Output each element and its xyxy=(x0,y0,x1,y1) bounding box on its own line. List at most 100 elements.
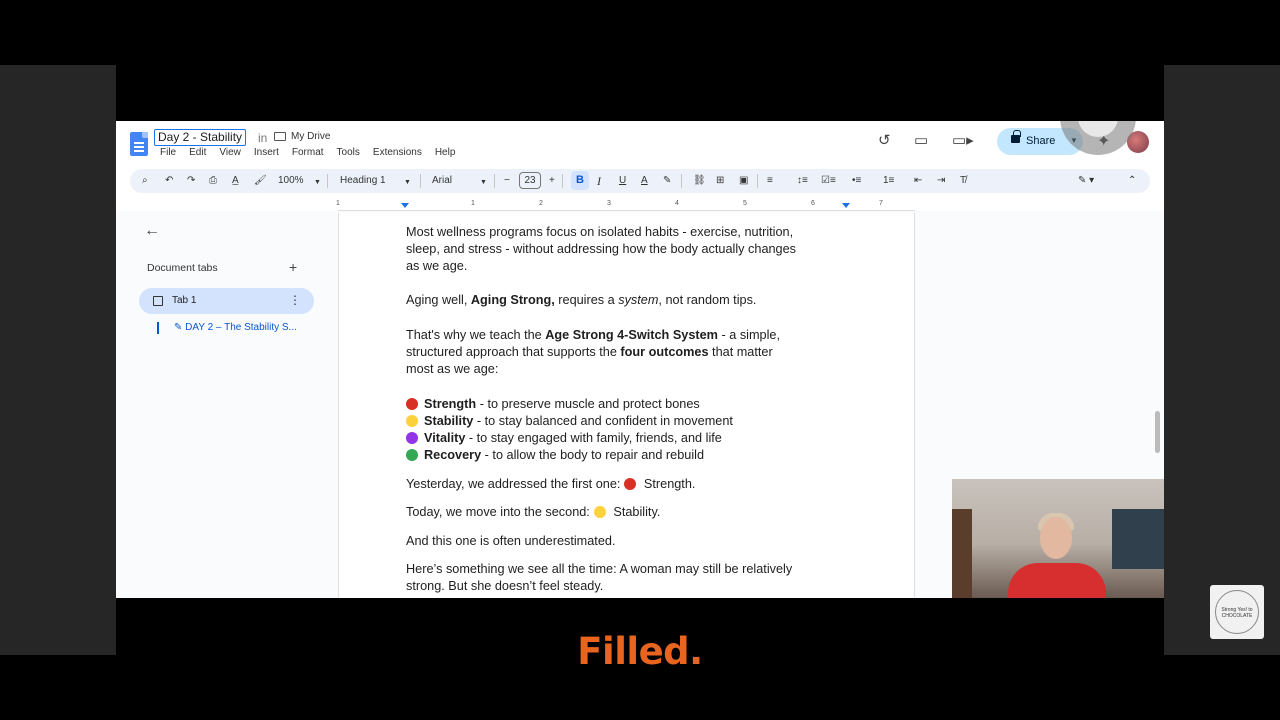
outcome-stability: Stability - to stay balanced and confide… xyxy=(406,413,733,430)
decrease-indent-icon[interactable]: ⇤ xyxy=(914,174,922,188)
paragraph-yesterday: Yesterday, we addressed the first one: S… xyxy=(406,476,695,493)
text-run: that matter xyxy=(708,345,773,359)
checklist-icon[interactable]: ☑≡ xyxy=(821,174,836,188)
menu-edit[interactable]: Edit xyxy=(189,147,206,158)
increase-indent-icon[interactable]: ⇥ xyxy=(937,174,945,188)
chevron-down-icon[interactable]: ▼ xyxy=(480,176,487,190)
comments-icon[interactable]: ▭ xyxy=(914,133,928,149)
version-history-icon[interactable]: ↺ xyxy=(878,133,891,149)
red-circle-icon xyxy=(624,478,637,490)
redo-icon[interactable]: ↷ xyxy=(187,174,195,188)
tab-label: Tab 1 xyxy=(172,295,197,306)
paragraph-line: structured approach that supports the fo… xyxy=(406,344,773,361)
bold-text: Recovery xyxy=(424,448,482,462)
text-run: requires a xyxy=(554,293,619,307)
purple-circle-icon xyxy=(406,432,418,444)
left-indent-marker[interactable] xyxy=(401,203,409,208)
back-arrow-icon[interactable]: ← xyxy=(144,222,160,240)
text-run: - to preserve muscle and protect bones xyxy=(476,397,700,411)
vertical-scrollbar[interactable] xyxy=(1155,411,1160,453)
menu-insert[interactable]: Insert xyxy=(254,147,279,158)
bold-text: Vitality xyxy=(424,431,466,445)
font-size-input[interactable]: 23 xyxy=(519,172,541,189)
document-title-input[interactable]: Day 2 - Stability xyxy=(154,129,247,146)
yellow-circle-icon xyxy=(406,415,418,427)
ruler-number: 1 xyxy=(336,200,340,207)
zoom-select[interactable]: 100% xyxy=(278,174,304,188)
text-run: Strength. xyxy=(640,477,696,491)
paragraph-line: Most wellness programs focus on isolated… xyxy=(406,225,794,239)
print-icon[interactable]: ⎙ xyxy=(209,174,217,188)
insert-link-icon[interactable]: ⛓ xyxy=(693,174,706,188)
green-circle-icon xyxy=(406,449,418,461)
paragraph-line: That's why we teach the Age Strong 4-Swi… xyxy=(406,327,780,344)
menu-format[interactable]: Format xyxy=(292,147,324,158)
right-letterbox xyxy=(1164,65,1280,655)
toolbar-divider xyxy=(562,174,563,188)
text-run: - a simple, xyxy=(717,328,781,342)
outline-heading-link[interactable]: ✎ DAY 2 – The Stability S... xyxy=(174,322,297,333)
title-in-label: in xyxy=(258,131,268,145)
drive-location-link[interactable]: My Drive xyxy=(291,131,330,142)
webcam-overlay xyxy=(952,479,1164,598)
editing-mode-icon[interactable]: ✎ ▾ xyxy=(1078,174,1094,188)
logo-text: Strong Yes! to CHOCOLATE xyxy=(1221,607,1253,619)
window-frame xyxy=(952,509,972,598)
spellcheck-icon[interactable]: A̲ xyxy=(232,174,239,188)
docs-logo-icon[interactable] xyxy=(130,132,148,156)
insert-image-icon[interactable]: ▣ xyxy=(739,174,748,188)
toolbar-divider xyxy=(494,174,495,188)
folder-icon[interactable] xyxy=(274,132,286,141)
collapse-menu-icon[interactable]: ⌃ xyxy=(1128,174,1136,188)
meet-video-icon[interactable]: ▭▸ xyxy=(952,133,974,149)
numbered-list-icon[interactable]: 1≡ xyxy=(883,174,894,188)
text-run: Today, we move into the second: xyxy=(406,505,590,519)
line-spacing-icon[interactable]: ↕≡ xyxy=(797,174,808,188)
undo-icon[interactable]: ↶ xyxy=(165,174,173,188)
more-options-icon[interactable]: ⋮ xyxy=(289,293,301,307)
pencil-icon: ✎ xyxy=(174,322,186,333)
highlight-color-icon[interactable]: ✎ xyxy=(663,174,671,188)
text-run: - to allow the body to repair and rebuil… xyxy=(481,448,705,462)
clear-formatting-icon[interactable]: T̸ xyxy=(960,174,966,188)
font-select[interactable]: Arial xyxy=(432,174,452,188)
toolbar-divider xyxy=(327,174,328,188)
menu-tools[interactable]: Tools xyxy=(337,147,360,158)
italic-text: system xyxy=(618,293,659,307)
right-indent-marker[interactable] xyxy=(842,203,850,208)
document-tabs-heading: Document tabs xyxy=(147,262,218,274)
chevron-down-icon[interactable]: ▼ xyxy=(314,176,321,190)
underline-button[interactable]: U xyxy=(619,174,626,188)
menu-file[interactable]: File xyxy=(160,147,176,158)
presenter-face xyxy=(1040,517,1072,559)
menu-view[interactable]: View xyxy=(219,147,241,158)
text-color-icon[interactable]: A xyxy=(641,174,648,188)
add-tab-icon[interactable]: + xyxy=(289,259,297,275)
sidebar-tab-1[interactable]: Tab 1 ⋮ xyxy=(139,288,314,314)
paragraph-underestimated: And this one is often underestimated. xyxy=(406,534,616,548)
ruler-number: 4 xyxy=(675,200,679,207)
paragraph-line: sleep, and stress - without addressing h… xyxy=(406,242,797,256)
align-icon[interactable]: ≡ xyxy=(767,174,773,188)
bulleted-list-icon[interactable]: •≡ xyxy=(852,174,861,188)
search-menus-icon[interactable]: ⌕ xyxy=(142,174,148,188)
paragraph-today: Today, we move into the second: Stabilit… xyxy=(406,504,660,521)
presenter-shirt xyxy=(1008,563,1106,598)
paragraph-style-select[interactable]: Heading 1 xyxy=(340,174,386,188)
paint-format-icon[interactable]: 🖌 xyxy=(254,174,267,188)
horizontal-ruler[interactable]: 1 1 2 3 4 5 6 7 xyxy=(336,200,915,211)
ruler-number: 2 xyxy=(539,200,543,207)
ruler-number: 6 xyxy=(811,200,815,207)
bold-button[interactable]: B xyxy=(571,171,589,190)
increase-font-size-icon[interactable]: + xyxy=(549,174,555,188)
chevron-down-icon[interactable]: ▼ xyxy=(404,176,411,190)
decrease-font-size-icon[interactable]: − xyxy=(504,174,510,188)
toolbar-divider xyxy=(757,174,758,188)
italic-button[interactable]: I xyxy=(597,174,601,188)
red-circle-icon xyxy=(406,398,418,410)
menu-extensions[interactable]: Extensions xyxy=(373,147,422,158)
add-comment-icon[interactable]: ⊞ xyxy=(716,174,724,188)
toolbar-divider xyxy=(420,174,421,188)
menu-help[interactable]: Help xyxy=(435,147,456,158)
share-label: Share xyxy=(1026,135,1056,147)
